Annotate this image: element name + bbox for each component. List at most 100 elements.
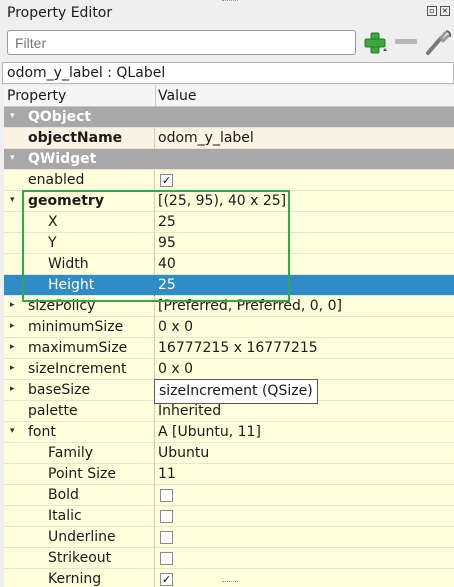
property-name-cell: ▾ font	[4, 422, 155, 443]
property-value-cell[interactable]: 40	[156, 254, 454, 275]
title-grip[interactable]	[222, 0, 238, 3]
property-value-cell[interactable]	[156, 506, 454, 527]
property-value-cell[interactable]: ✓	[156, 170, 454, 191]
property-name-cell: Underline	[4, 527, 155, 548]
checkbox[interactable]: ✓	[160, 573, 173, 586]
property-row[interactable]: objectName odom_y_label	[4, 128, 454, 149]
window-title: Property Editor	[7, 5, 113, 21]
title-bar: Property Editor ▫ ×	[0, 0, 454, 28]
property-name-cell: ▾ geometry	[4, 191, 155, 212]
property-value-cell[interactable]: odom_y_label	[156, 128, 454, 149]
property-value-cell[interactable]: 25	[156, 275, 454, 296]
property-row[interactable]: Height 25	[4, 275, 454, 296]
property-name-cell: Strikeout	[4, 548, 155, 569]
property-label: sizeIncrement	[28, 361, 127, 377]
property-value: 0 x 0	[158, 361, 193, 377]
property-name-cell: Height	[4, 275, 155, 296]
property-label: Width	[48, 256, 89, 272]
collapse-arrow-icon[interactable]: ▸	[10, 363, 15, 373]
property-row[interactable]: palette Inherited	[4, 401, 454, 422]
checkbox[interactable]	[160, 510, 173, 523]
property-label: geometry	[28, 193, 104, 209]
property-value-cell[interactable]: 25	[156, 212, 454, 233]
property-value: Ubuntu	[158, 445, 210, 461]
close-icon[interactable]: ×	[440, 6, 450, 16]
font-icon: A	[158, 424, 173, 440]
property-label: enabled	[28, 172, 85, 188]
property-name-cell: ▸ maximumSize	[4, 338, 155, 359]
bottom-grip[interactable]	[222, 581, 238, 584]
property-value-cell[interactable]: [Preferred, Preferred, 0, 0]	[156, 296, 454, 317]
property-label: Point Size	[48, 466, 116, 482]
property-value-cell[interactable]: 0 x 0	[156, 359, 454, 380]
property-value-cell[interactable]: A [Ubuntu, 11]	[156, 422, 454, 443]
property-row[interactable]: Family Ubuntu	[4, 443, 454, 464]
property-name-cell: Bold	[4, 485, 155, 506]
property-row[interactable]: Point Size 11	[4, 464, 454, 485]
collapse-arrow-icon[interactable]: ▸	[10, 384, 15, 394]
property-name-cell: Family	[4, 443, 155, 464]
property-row[interactable]: X 25	[4, 212, 454, 233]
property-row[interactable]: Strikeout	[4, 548, 454, 569]
property-value-cell[interactable]	[156, 485, 454, 506]
property-row[interactable]: ▾ geometry [(25, 95), 40 x 25]	[4, 191, 454, 212]
property-row[interactable]: ▸ maximumSize 16777215 x 16777215	[4, 338, 454, 359]
property-name-cell: objectName	[4, 128, 155, 149]
property-value: [Preferred, Preferred, 0, 0]	[158, 298, 342, 314]
property-value-cell[interactable]: 16777215 x 16777215	[156, 338, 454, 359]
property-row[interactable]: Underline	[4, 527, 454, 548]
property-row[interactable]: Italic	[4, 506, 454, 527]
expand-arrow-icon[interactable]: ▾	[10, 153, 15, 163]
property-row[interactable]: ▾ font A [Ubuntu, 11]	[4, 422, 454, 443]
property-row[interactable]: ▸ sizePolicy [Preferred, Preferred, 0, 0]	[4, 296, 454, 317]
checkbox[interactable]: ✓	[160, 174, 173, 187]
property-value-cell[interactable]	[156, 548, 454, 569]
property-label: font	[28, 424, 56, 440]
checkbox[interactable]	[160, 552, 173, 565]
checkbox[interactable]	[160, 531, 173, 544]
property-value-cell[interactable]: ✓	[156, 569, 454, 587]
property-value: 25	[158, 277, 176, 293]
property-row[interactable]: Y 95	[4, 233, 454, 254]
property-value: 25	[158, 214, 176, 230]
property-value: [Ubuntu, 11]	[172, 424, 261, 440]
property-row[interactable]: ▸ minimumSize 0 x 0	[4, 317, 454, 338]
checkbox[interactable]	[160, 489, 173, 502]
property-value-cell[interactable]: Ubuntu	[156, 443, 454, 464]
expand-arrow-icon[interactable]: ▾	[10, 195, 15, 205]
property-name-cell: ▾ QObject	[4, 107, 155, 128]
window-buttons: ▫ ×	[427, 6, 450, 16]
plus-icon[interactable]	[361, 30, 389, 56]
property-value-cell[interactable]: [(25, 95), 40 x 25]	[156, 191, 454, 212]
collapse-arrow-icon[interactable]: ▸	[10, 300, 15, 310]
property-row[interactable]: Bold	[4, 485, 454, 506]
property-value-cell[interactable]: 11	[156, 464, 454, 485]
property-row[interactable]: Width 40	[4, 254, 454, 275]
property-value-cell[interactable]: 95	[156, 233, 454, 254]
collapse-arrow-icon[interactable]: ▸	[10, 342, 15, 352]
filter-input[interactable]	[7, 30, 356, 55]
property-name-cell: Kerning	[4, 569, 155, 587]
property-row[interactable]: enabled ✓	[4, 170, 454, 191]
group-row[interactable]: ▾ QWidget	[4, 149, 454, 170]
expand-arrow-icon[interactable]: ▾	[10, 111, 15, 121]
float-icon[interactable]: ▫	[427, 6, 437, 16]
expand-arrow-icon[interactable]: ▾	[10, 426, 15, 436]
collapse-arrow-icon[interactable]: ▸	[10, 321, 15, 331]
property-column-header[interactable]: Property	[7, 88, 66, 104]
property-value-cell[interactable]: 0 x 0	[156, 317, 454, 338]
value-column-header[interactable]: Value	[158, 88, 196, 104]
property-name-cell: ▸ minimumSize	[4, 317, 155, 338]
property-value-cell[interactable]: Inherited	[156, 401, 454, 422]
property-value-cell[interactable]	[156, 527, 454, 548]
property-row[interactable]: ▸ sizeIncrement 0 x 0	[4, 359, 454, 380]
property-row[interactable]: Kerning ✓	[4, 569, 454, 587]
minus-icon[interactable]	[395, 39, 417, 44]
group-row[interactable]: ▾ QObject	[4, 107, 454, 128]
property-name-cell: enabled	[4, 170, 155, 191]
property-label: maximumSize	[28, 340, 128, 356]
property-label: Bold	[48, 487, 79, 503]
wrench-icon[interactable]	[424, 28, 454, 56]
property-name-cell: ▸ sizeIncrement	[4, 359, 155, 380]
property-value: [(25, 95), 40 x 25]	[158, 193, 287, 209]
